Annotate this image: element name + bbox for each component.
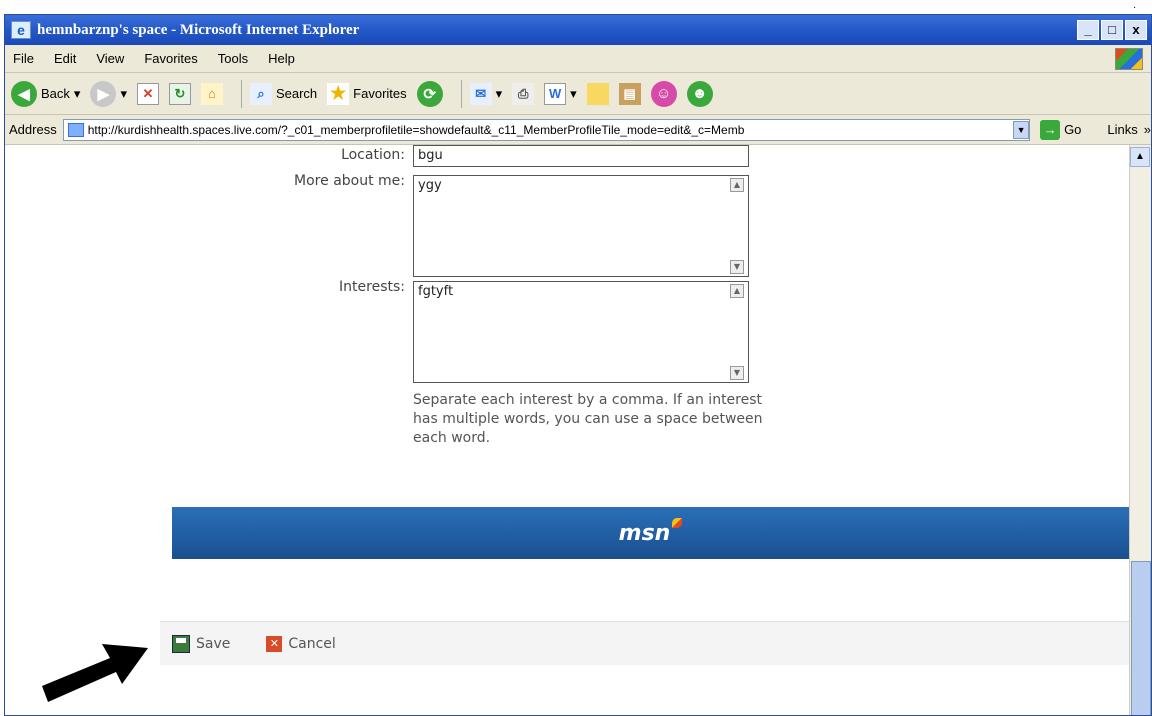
address-dropdown-icon[interactable]: ▼ [1013, 120, 1030, 139]
menu-view[interactable]: View [96, 51, 124, 66]
more-about-me-value: ygy [418, 178, 442, 193]
more-about-me-textarea[interactable]: ygy ▲ ▼ [413, 175, 749, 277]
go-button[interactable]: → Go [1040, 119, 1082, 140]
back-button[interactable]: ◀ Back ▾ [11, 80, 81, 107]
location-value: bgu [418, 148, 443, 163]
location-input[interactable]: bgu [413, 145, 749, 167]
address-label: Address [9, 122, 57, 137]
refresh-button[interactable]: ↻ [168, 82, 191, 105]
stop-button[interactable]: ✕ [136, 82, 159, 105]
buddy-icon: ☻ [686, 80, 713, 107]
research-icon: ▤ [618, 82, 641, 105]
messenger-button[interactable]: ☺ [650, 80, 677, 107]
edit-button[interactable]: W ▾ [544, 82, 577, 105]
pointer-arrow-icon [42, 644, 148, 702]
scroll-up-icon[interactable]: ▲ [730, 178, 744, 192]
page-icon [67, 122, 84, 137]
chevron-down-icon: ▾ [495, 85, 503, 101]
toolbar: ◀ Back ▾ ▶ ▾ ✕ ↻ ⌂ ⌕ Search ★ Favorites … [5, 73, 1151, 115]
menu-favorites[interactable]: Favorites [144, 51, 197, 66]
address-field[interactable]: http://kurdishhealth.spaces.live.com/?_c… [62, 118, 1031, 141]
cancel-button[interactable]: ✕ Cancel [266, 635, 336, 652]
more-about-me-label: More about me: [294, 173, 405, 189]
search-button[interactable]: ⌕ Search [249, 82, 318, 105]
edit-icon: W [544, 82, 567, 105]
menu-help[interactable]: Help [268, 51, 295, 66]
interests-textarea[interactable]: fgtyft ▲ ▼ [413, 281, 749, 383]
windows-logo-icon [1115, 48, 1143, 70]
chevron-down-icon: ▾ [73, 85, 81, 101]
cancel-label: Cancel [288, 635, 336, 652]
textarea-scrollbar[interactable]: ▲ ▼ [730, 178, 746, 274]
history-icon: ⟳ [416, 80, 443, 107]
msn-logo: msn [618, 520, 671, 546]
scroll-thumb[interactable] [1131, 561, 1151, 715]
window-title: hemnbarznp's space - Microsoft Internet … [37, 21, 360, 38]
toolbar-separator [240, 79, 242, 108]
cancel-icon: ✕ [266, 635, 283, 652]
interests-value: fgtyft [418, 284, 454, 299]
title-bar: e hemnbarznp's space - Microsoft Interne… [5, 15, 1151, 45]
research-button[interactable]: ▤ [618, 82, 641, 105]
folder-button[interactable] [586, 82, 609, 105]
messenger-icon: ☺ [650, 80, 677, 107]
favorites-button[interactable]: ★ Favorites [327, 82, 407, 105]
home-button[interactable]: ⌂ [200, 82, 223, 105]
search-label: Search [275, 86, 318, 101]
favorites-label: Favorites [353, 86, 407, 101]
menu-bar: File Edit View Favorites Tools Help [5, 45, 1151, 73]
save-button[interactable]: Save [172, 634, 231, 653]
search-icon: ⌕ [249, 82, 272, 105]
toolbar-separator [460, 79, 462, 108]
action-bar: Save ✕ Cancel [160, 621, 1129, 665]
close-button[interactable]: x [1125, 20, 1147, 40]
scroll-down-icon[interactable]: ▼ [730, 366, 744, 380]
print-button[interactable]: ⎙ [512, 82, 535, 105]
interests-help-text: Separate each interest by a comma. If an… [413, 392, 763, 446]
back-arrow-icon: ◀ [11, 80, 37, 107]
scroll-down-icon[interactable]: ▼ [730, 260, 744, 274]
page-scrollbar[interactable]: ▲ [1129, 145, 1151, 715]
location-label: Location: [341, 147, 405, 163]
mail-icon: ✉ [469, 82, 492, 105]
star-icon: ★ [327, 82, 350, 105]
menu-file[interactable]: File [13, 51, 34, 66]
save-icon [172, 634, 190, 653]
scroll-up-icon[interactable]: ▲ [1130, 147, 1150, 167]
msn-buddy-button[interactable]: ☻ [686, 80, 713, 107]
textarea-scrollbar[interactable]: ▲ ▼ [730, 284, 746, 380]
folder-icon [586, 82, 609, 105]
maximize-button[interactable]: □ [1101, 20, 1123, 40]
menu-tools[interactable]: Tools [218, 51, 248, 66]
stop-icon: ✕ [136, 82, 159, 105]
go-arrow-icon: → [1040, 119, 1061, 140]
print-icon: ⎙ [512, 82, 535, 105]
address-bar: Address http://kurdishhealth.spaces.live… [5, 115, 1151, 145]
minimize-button[interactable]: _ [1077, 20, 1099, 40]
back-label: Back [41, 86, 70, 101]
chevron-down-icon: ▾ [120, 85, 127, 101]
ie-page-icon: e [11, 21, 31, 39]
history-button[interactable]: ⟳ [416, 80, 443, 107]
go-label: Go [1064, 122, 1082, 137]
scroll-up-icon[interactable]: ▲ [730, 284, 744, 298]
save-label: Save [196, 635, 231, 652]
forward-arrow-icon: ▶ [90, 80, 117, 107]
interests-label: Interests: [339, 279, 405, 295]
home-icon: ⌂ [200, 82, 223, 105]
msn-banner: msn [172, 507, 1129, 559]
chevron-right-icon: » [1143, 122, 1151, 137]
mail-button[interactable]: ✉ ▾ [469, 82, 503, 105]
links-button[interactable]: Links [1107, 122, 1137, 137]
ie-window: e hemnbarznp's space - Microsoft Interne… [4, 14, 1152, 716]
chevron-down-icon: ▾ [570, 85, 577, 101]
page-content: Location: bgu More about me: ygy ▲ ▼ Inte… [5, 145, 1129, 715]
address-url: http://kurdishhealth.spaces.live.com/?_c… [87, 122, 745, 137]
refresh-icon: ↻ [168, 82, 191, 105]
menu-edit[interactable]: Edit [54, 51, 76, 66]
msn-butterfly-icon [672, 518, 683, 528]
forward-button[interactable]: ▶ ▾ [90, 80, 127, 107]
corner-mark: . [1133, 0, 1136, 11]
